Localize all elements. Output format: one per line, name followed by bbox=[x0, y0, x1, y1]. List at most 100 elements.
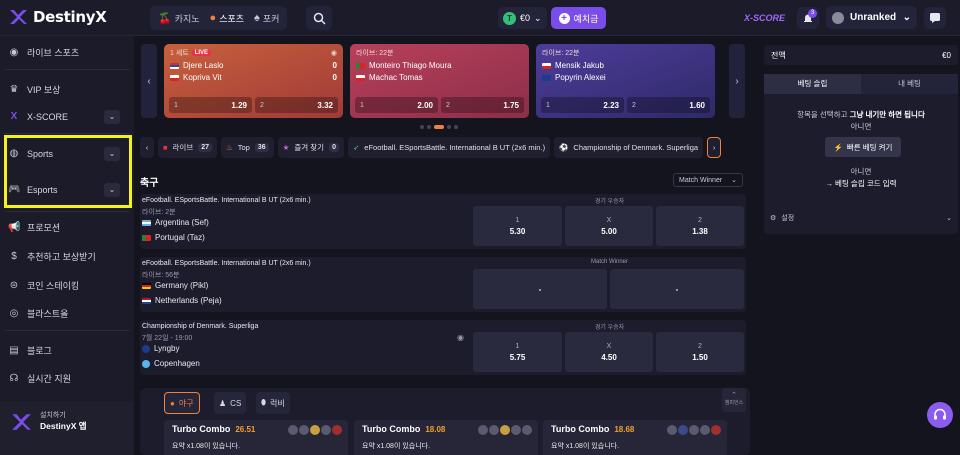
tab-cs[interactable]: ♟ CS bbox=[214, 392, 247, 414]
odd-button[interactable]: 1 2.00 bbox=[355, 97, 438, 113]
chip-league[interactable]: ➶ eFootball. ESportsBattle. Internationa… bbox=[347, 137, 551, 158]
tab-baseball[interactable]: ● 야구 bbox=[164, 392, 200, 414]
event-row[interactable]: eFootball. ESportsBattle. International … bbox=[140, 194, 746, 249]
carousel-dot[interactable] bbox=[420, 125, 424, 129]
combo-subtitle: 요약 x1.08이 있습니다. bbox=[551, 443, 620, 450]
odd-value: 1.38 bbox=[692, 226, 708, 236]
event-row[interactable]: Championship of Denmark. Superliga 7월 22… bbox=[140, 320, 746, 375]
install-app-banner[interactable]: 설치하기 DestinyX 앱 bbox=[0, 402, 134, 455]
odd-button[interactable]: X 5.00 bbox=[565, 206, 653, 246]
club-logo-icon bbox=[142, 359, 150, 368]
chip-top[interactable]: ♨ Top 36 bbox=[221, 137, 274, 158]
sidebar-label: 라이브 스포츠 bbox=[27, 48, 80, 58]
chips-next-button[interactable]: › bbox=[707, 137, 722, 158]
odd-label: 1 bbox=[515, 216, 520, 224]
tab-rugby[interactable]: ⬮ 럭비 bbox=[256, 392, 290, 414]
event-row[interactable]: eFootball. ESportsBattle. International … bbox=[140, 257, 746, 312]
odd-button[interactable]: 2 3.32 bbox=[255, 97, 338, 113]
quick-bet-button[interactable]: ⚡ 빠른 베팅 켜기 bbox=[825, 137, 901, 157]
chevron-down-icon[interactable]: ⌄ bbox=[104, 110, 120, 124]
combo-card[interactable]: Turbo Combo 18.68 요약 x1.08이 있습니다. bbox=[543, 420, 727, 455]
sidebar-label: VIP 보상 bbox=[27, 85, 61, 95]
live-match-card[interactable]: 1 세트 LIVE ◉ Djere Laslo 0 Kopriva Vit 0 … bbox=[164, 44, 343, 118]
sidebar-item-live-sports[interactable]: ◉ 라이브 스포츠 bbox=[8, 46, 80, 59]
odd-button[interactable]: X 4.50 bbox=[565, 332, 653, 372]
tab-casino[interactable]: 🍒 카지노 bbox=[158, 12, 200, 25]
carousel-dot[interactable] bbox=[447, 125, 451, 129]
xscore-link[interactable]: X-SCORE bbox=[744, 13, 785, 23]
team-row: Mensik Jakub bbox=[542, 61, 709, 70]
sidebar-item-promotions[interactable]: 📢 프로모션 bbox=[8, 221, 60, 234]
tab-sports[interactable]: ● 스포츠 bbox=[210, 12, 245, 25]
sidebar-label: 코인 스테이킹 bbox=[27, 281, 80, 291]
combo-card[interactable]: Turbo Combo 18.08 요약 x1.08이 있습니다. bbox=[354, 420, 538, 455]
chips-prev-button[interactable]: ‹ bbox=[140, 137, 154, 158]
combo-odds: 26.51 bbox=[235, 424, 256, 434]
chip-league[interactable]: ⚽ Championship of Denmark. Superliga bbox=[554, 137, 704, 158]
odd-button[interactable]: 2 1.50 bbox=[656, 332, 744, 372]
support-chat-button[interactable] bbox=[927, 402, 953, 428]
market-select[interactable]: Match Winner ⌄ bbox=[673, 173, 743, 187]
sidebar-item-coin-staking[interactable]: ⊜ 코인 스테이킹 bbox=[8, 279, 79, 292]
total-bar: 전액 €0 bbox=[764, 45, 958, 65]
team-name: Lyngby bbox=[154, 344, 180, 353]
odd-button[interactable]: 2 1.60 bbox=[627, 97, 710, 113]
deposit-button[interactable]: + 예치금 bbox=[551, 7, 606, 29]
combo-title: Turbo Combo bbox=[551, 424, 610, 434]
team-row: Kopriva Vit 0 bbox=[170, 73, 337, 82]
more-button[interactable]: ⌃ 챔피언스 bbox=[722, 388, 746, 412]
carousel-dot[interactable] bbox=[454, 125, 458, 129]
cherries-icon: 🍒 bbox=[158, 12, 172, 25]
live-match-card[interactable]: 라이브: 22분 Monteiro Thiago Moura Machac To… bbox=[350, 44, 529, 118]
tab-poker[interactable]: ♠ 포커 bbox=[254, 12, 279, 25]
chip-live[interactable]: ■ 라이브 27 bbox=[158, 137, 218, 158]
sidebar-item-referral[interactable]: $ 추천하고 보상받기 bbox=[8, 250, 96, 263]
search-button[interactable] bbox=[306, 6, 332, 30]
chip-count: 36 bbox=[254, 143, 269, 152]
odd-button[interactable]: - bbox=[473, 269, 607, 309]
combo-title: Turbo Combo bbox=[172, 424, 231, 434]
combo-card[interactable]: Turbo Combo 26.51 요약 x1.08이 있습니다. bbox=[164, 420, 348, 455]
odd-label: 1 bbox=[174, 101, 178, 109]
carousel-prev-button[interactable]: ‹ bbox=[141, 44, 157, 118]
odd-button[interactable]: 1 2.23 bbox=[541, 97, 624, 113]
destinyx-logo-icon bbox=[12, 414, 31, 430]
top-bar: DestinyX 🍒 카지노 ● 스포츠 ♠ 포커 T €0 ⌄ + 예치금 X… bbox=[0, 0, 960, 36]
chat-button[interactable] bbox=[924, 7, 946, 29]
chip-favorites[interactable]: ★ 즐겨 찾기 0 bbox=[277, 137, 344, 158]
odd-button[interactable]: 1 1.29 bbox=[169, 97, 252, 113]
live-match-card[interactable]: 라이브: 22분 Mensik Jakub Popyrin Alexei 1 2.… bbox=[536, 44, 715, 118]
settings-bar[interactable]: ⚙ 설정 ⌄ bbox=[764, 208, 958, 228]
league-name: eFootball. ESportsBattle. International … bbox=[142, 260, 311, 267]
sidebar-item-vip[interactable]: ♛ VIP 보상 bbox=[8, 83, 61, 96]
league-name: eFootball. ESportsBattle. International … bbox=[142, 197, 311, 204]
tab-my-bets[interactable]: 내 베팅 bbox=[861, 74, 958, 94]
sidebar-item-blog[interactable]: ▤ 블로그 bbox=[8, 344, 52, 357]
team-row: Popyrin Alexei bbox=[542, 73, 709, 82]
tab-betslip[interactable]: 베팅 슬립 bbox=[764, 74, 861, 94]
filter-chips: ‹ ■ 라이브 27 ♨ Top 36 ★ 즐겨 찾기 0 ➶ eFootbal… bbox=[140, 137, 752, 158]
carousel-next-button[interactable]: › bbox=[729, 44, 745, 118]
betslip-code-link[interactable]: → 베팅 슬립 코드 입력 bbox=[764, 178, 958, 189]
spade-icon: ♠ bbox=[254, 12, 260, 24]
odd-button[interactable]: 1 5.75 bbox=[473, 332, 562, 372]
divider bbox=[4, 211, 130, 212]
tab-sports-label: 스포츠 bbox=[219, 13, 245, 24]
odd-button[interactable]: 1 5.30 bbox=[473, 206, 562, 246]
carousel-dot[interactable] bbox=[427, 125, 431, 129]
odd-button[interactable]: 2 1.38 bbox=[656, 206, 744, 246]
betslip-message: 항목을 선택하고 그냥 내기만 하면 됩니다 bbox=[764, 109, 958, 120]
sidebar-label: X-SCORE bbox=[27, 111, 69, 122]
odd-button[interactable]: - bbox=[610, 269, 744, 309]
or-label: 아니면 bbox=[850, 167, 872, 176]
account-rank-dropdown[interactable]: Unranked ⌄ bbox=[826, 6, 917, 29]
carousel-dot-active[interactable] bbox=[434, 125, 444, 129]
sidebar-item-live-support[interactable]: ☊ 실시간 지원 bbox=[8, 372, 71, 385]
notifications-button[interactable]: 3 bbox=[797, 7, 819, 29]
balance-dropdown[interactable]: T €0 ⌄ bbox=[498, 7, 547, 29]
odd-button[interactable]: 2 1.75 bbox=[441, 97, 524, 113]
brand-logo[interactable]: DestinyX bbox=[8, 7, 107, 27]
team-name: Germany (Pikl) bbox=[155, 281, 209, 290]
sidebar-item-blast[interactable]: ◎ 블라스트올 bbox=[8, 307, 69, 320]
tab-label: 럭비 bbox=[270, 398, 285, 408]
